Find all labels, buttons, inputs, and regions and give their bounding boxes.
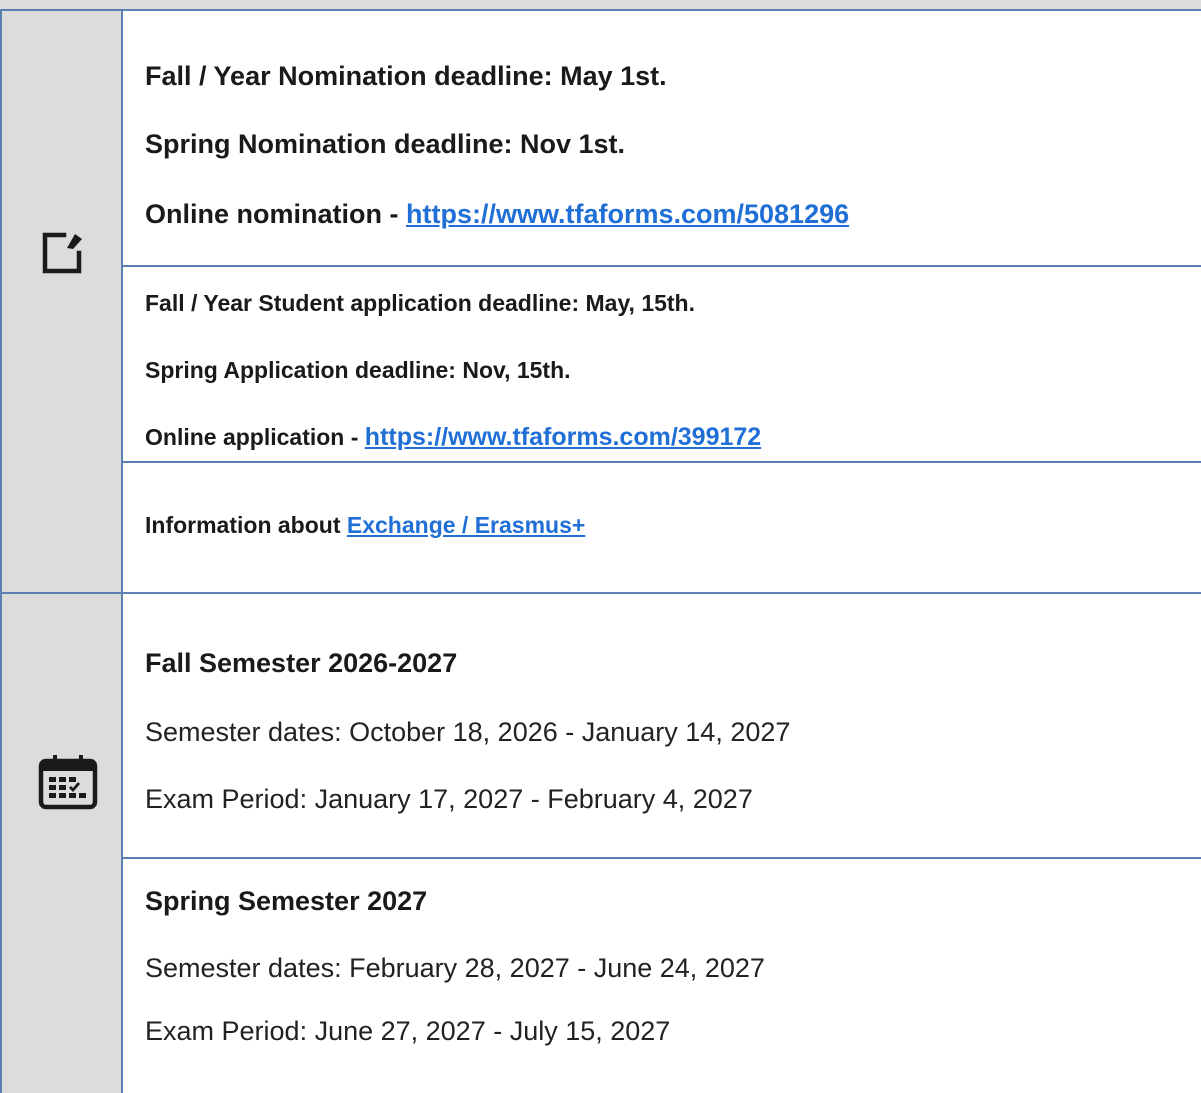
fall-semester-dates: Semester dates: October 18, 2026 - Janua…	[145, 717, 791, 747]
fall-semester-title: Fall Semester 2026-2027	[145, 648, 458, 678]
application-fall-deadline: Fall / Year Student application deadline…	[145, 290, 696, 316]
application-form-link[interactable]: https://www.tfaforms.com/399172	[365, 423, 761, 451]
info-table: Fall / Year Nomination deadline: May 1st…	[0, 11, 1201, 1093]
content-cell-applications: Fall / Year Nomination deadline: May 1st…	[123, 11, 1201, 592]
row-applications: Fall / Year Nomination deadline: May 1st…	[0, 11, 1201, 594]
application-spring-deadline: Spring Application deadline: Nov, 15th.	[145, 357, 571, 383]
top-band	[0, 0, 1201, 11]
online-nomination-line: Online nomination - https://www.tfaforms…	[145, 201, 849, 228]
content-cell-semesters: Fall Semester 2026-2027 Semester dates: …	[123, 594, 1201, 1093]
page: Fall / Year Nomination deadline: May 1st…	[0, 0, 1201, 1093]
row-semesters: Fall Semester 2026-2027 Semester dates: …	[0, 594, 1201, 1093]
spring-semester-dates: Semester dates: February 28, 2027 - June…	[145, 953, 765, 983]
fall-semester-block: Fall Semester 2026-2027 Semester dates: …	[123, 594, 1201, 859]
edit-icon	[42, 232, 82, 274]
online-nomination-label: Online nomination -	[145, 199, 406, 229]
online-application-label: Online application -	[145, 424, 365, 450]
nomination-block: Fall / Year Nomination deadline: May 1st…	[123, 11, 1201, 267]
nomination-spring-deadline: Spring Nomination deadline: Nov 1st.	[145, 129, 626, 159]
calendar-icon	[38, 755, 98, 810]
spring-semester-exams: Exam Period: June 27, 2027 - July 15, 20…	[145, 1016, 671, 1046]
spring-semester-block: Spring Semester 2027 Semester dates: Feb…	[123, 859, 1201, 1093]
exchange-info-line: Information about Exchange / Erasmus+	[145, 514, 585, 537]
exchange-info-label: Information about	[145, 512, 347, 538]
application-block: Fall / Year Student application deadline…	[123, 267, 1201, 463]
exchange-erasmus-link[interactable]: Exchange / Erasmus+	[347, 512, 585, 538]
spring-semester-title: Spring Semester 2027	[145, 886, 428, 916]
icon-cell-semesters	[0, 594, 123, 1093]
fall-semester-exams: Exam Period: January 17, 2027 - February…	[145, 784, 753, 814]
nomination-form-link[interactable]: https://www.tfaforms.com/5081296	[406, 199, 849, 229]
exchange-info-block: Information about Exchange / Erasmus+	[123, 463, 1201, 594]
online-application-line: Online application - https://www.tfaform…	[145, 425, 761, 450]
icon-cell-applications	[0, 11, 123, 592]
nomination-fall-deadline: Fall / Year Nomination deadline: May 1st…	[145, 61, 667, 91]
